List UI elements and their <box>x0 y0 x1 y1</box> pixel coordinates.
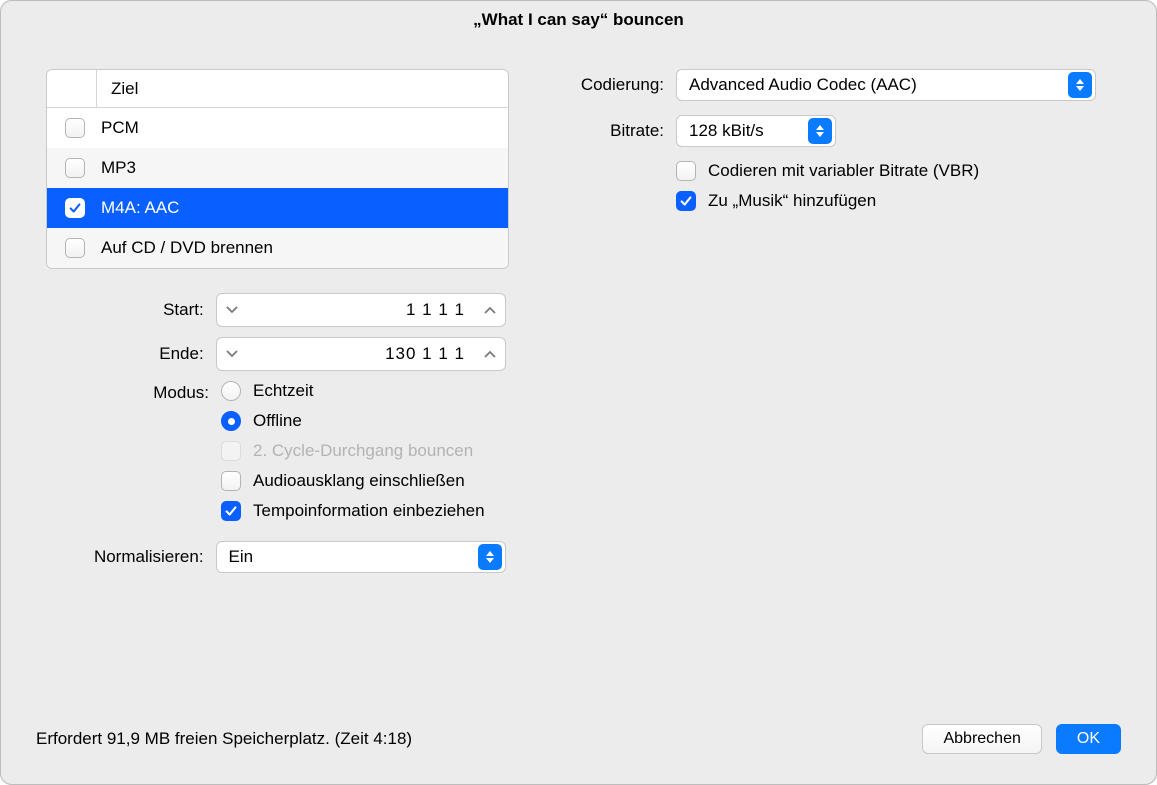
bitrate-select[interactable]: 128 kBit/s <box>676 115 836 147</box>
target-label: Auf CD / DVD brennen <box>101 238 273 258</box>
target-header: Ziel <box>47 70 508 108</box>
start-field[interactable]: 1 1 1 1 <box>216 293 506 327</box>
start-value[interactable]: 1 1 1 1 <box>247 300 475 320</box>
bitrate-label: Bitrate: <box>561 121 676 141</box>
cancel-button[interactable]: Abbrechen <box>922 724 1041 754</box>
target-label: PCM <box>101 118 139 138</box>
normalize-select[interactable]: Ein <box>216 541 506 573</box>
checkbox-tempo[interactable] <box>221 501 241 521</box>
end-field[interactable]: 130 1 1 1 <box>216 337 506 371</box>
radio-offline[interactable] <box>221 411 241 431</box>
modus-label: Modus: <box>46 381 221 403</box>
chevron-up-icon[interactable] <box>475 306 505 314</box>
checkbox-tail[interactable] <box>221 471 241 491</box>
cycle2-label: 2. Cycle-Durchgang bouncen <box>253 441 473 461</box>
encoding-select[interactable]: Advanced Audio Codec (AAC) <box>676 69 1096 101</box>
target-list: Ziel PCM MP3 M4A: AAC <box>46 69 509 269</box>
checkbox-icon[interactable] <box>65 198 85 218</box>
end-value[interactable]: 130 1 1 1 <box>247 344 475 364</box>
ok-button[interactable]: OK <box>1056 724 1121 754</box>
dialog-title: „What I can say“ bouncen <box>1 1 1156 39</box>
radio-offline-label: Offline <box>253 411 302 431</box>
tail-label: Audioausklang einschließen <box>253 471 465 491</box>
updown-icon[interactable] <box>808 118 832 144</box>
checkbox-add-music[interactable] <box>676 191 696 211</box>
checkbox-icon[interactable] <box>65 238 85 258</box>
target-header-label: Ziel <box>97 79 138 99</box>
status-text: Erfordert 91,9 MB freien Speicherplatz. … <box>36 729 908 749</box>
bounce-dialog: „What I can say“ bouncen Ziel PCM MP3 <box>0 0 1157 785</box>
normalize-label: Normalisieren: <box>46 547 216 567</box>
target-row-cd[interactable]: Auf CD / DVD brennen <box>47 228 508 268</box>
target-row-m4a[interactable]: M4A: AAC <box>47 188 508 228</box>
add-music-label: Zu „Musik“ hinzufügen <box>708 191 876 211</box>
chevron-down-icon[interactable] <box>217 306 247 314</box>
end-label: Ende: <box>46 344 216 364</box>
radio-realtime-label: Echtzeit <box>253 381 313 401</box>
normalize-value: Ein <box>229 547 468 567</box>
target-label: M4A: AAC <box>101 198 179 218</box>
target-row-pcm[interactable]: PCM <box>47 108 508 148</box>
checkbox-cycle2 <box>221 441 241 461</box>
updown-icon[interactable] <box>1068 72 1092 98</box>
start-label: Start: <box>46 300 216 320</box>
checkbox-vbr[interactable] <box>676 161 696 181</box>
checkbox-icon[interactable] <box>65 158 85 178</box>
vbr-label: Codieren mit variabler Bitrate (VBR) <box>708 161 979 181</box>
tempo-label: Tempoinformation einbeziehen <box>253 501 485 521</box>
encoding-label: Codierung: <box>561 75 676 95</box>
chevron-up-icon[interactable] <box>475 350 505 358</box>
radio-realtime[interactable] <box>221 381 241 401</box>
chevron-down-icon[interactable] <box>217 350 247 358</box>
bitrate-value: 128 kBit/s <box>689 121 798 141</box>
updown-icon[interactable] <box>478 544 502 570</box>
target-row-mp3[interactable]: MP3 <box>47 148 508 188</box>
target-label: MP3 <box>101 158 136 178</box>
encoding-value: Advanced Audio Codec (AAC) <box>689 75 1058 95</box>
checkbox-icon[interactable] <box>65 118 85 138</box>
